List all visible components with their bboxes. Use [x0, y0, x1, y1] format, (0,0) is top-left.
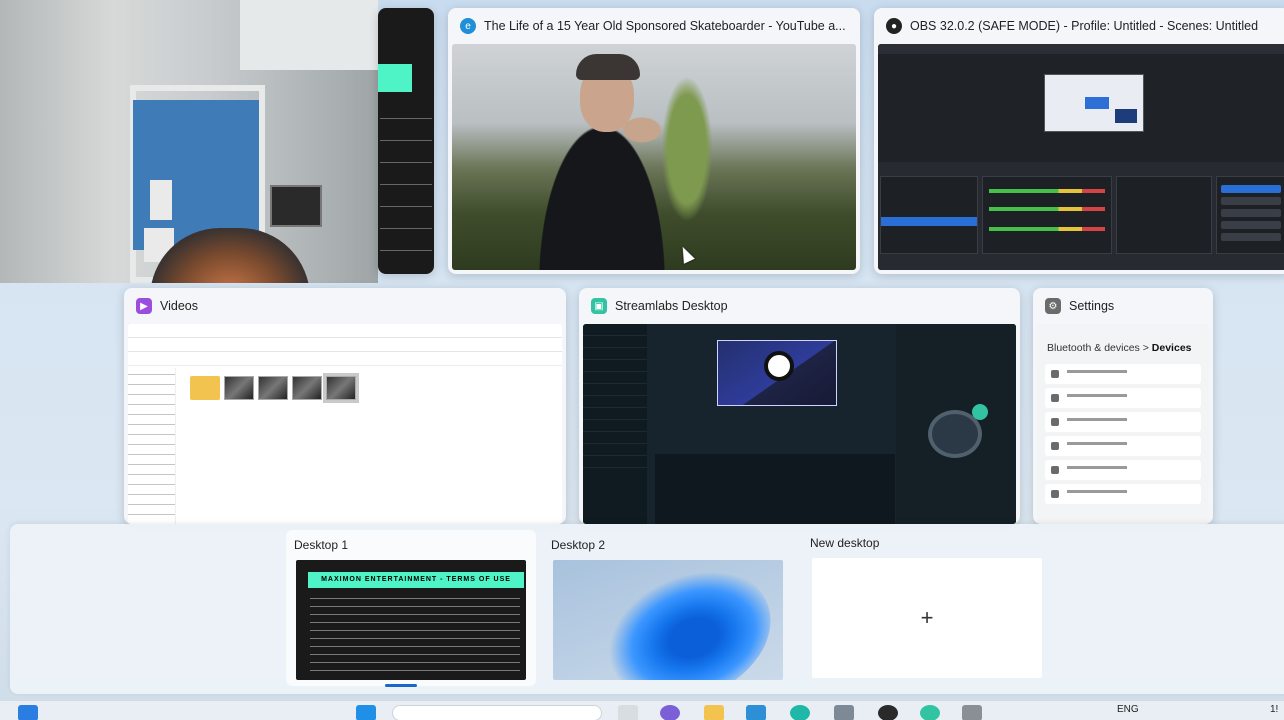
fe-navigation-pane [128, 368, 176, 524]
obs-sources-panel [880, 176, 978, 254]
search-box[interactable] [392, 705, 602, 720]
new-desktop[interactable]: New desktop + [802, 528, 1052, 684]
window-title: Streamlabs Desktop [615, 299, 728, 313]
file-explorer-thumbnail [128, 324, 562, 524]
app-icon[interactable] [660, 705, 680, 720]
language-indicator[interactable]: ENG [1117, 704, 1139, 715]
edge-icon[interactable] [790, 705, 810, 720]
file-explorer-icon: ▶ [136, 298, 152, 314]
taskbar: ENG 1! [0, 700, 1284, 720]
file-explorer-icon[interactable] [704, 705, 724, 720]
webcam-overlay [0, 0, 378, 283]
window-title: The Life of a 15 Year Old Sponsored Skat… [484, 19, 846, 33]
breadcrumb-parent: Bluetooth & devices [1047, 342, 1140, 354]
settings-breadcrumb: Bluetooth & devices > Devices [1047, 342, 1192, 354]
streamlabs-preview [717, 340, 837, 406]
store-icon[interactable] [746, 705, 766, 720]
streamlabs-thumbnail [583, 324, 1016, 524]
obs-icon[interactable] [878, 705, 898, 720]
partial-window-thumbnail[interactable] [378, 8, 434, 274]
settings-gear-icon[interactable] [962, 705, 982, 720]
desktop-label: New desktop [810, 536, 880, 550]
fe-toolbar [128, 338, 562, 352]
breadcrumb-separator: > [1142, 342, 1149, 354]
streamlabs-icon: ▣ [591, 298, 607, 314]
fe-title-bar [128, 324, 562, 338]
app-icon[interactable] [834, 705, 854, 720]
terms-text [310, 594, 520, 674]
window-card-obs[interactable]: ● OBS 32.0.2 (SAFE MODE) - Profile: Unti… [874, 8, 1284, 274]
video-file-icon [224, 376, 254, 400]
youtube-video-thumbnail [452, 44, 856, 270]
desktop-2[interactable]: Desktop 2 [543, 530, 793, 686]
start-icon[interactable] [356, 705, 376, 720]
new-desktop-thumbnail: + [812, 558, 1042, 678]
streamlabs-sidebar [583, 324, 647, 524]
window-card-videos[interactable]: ▶ Videos [124, 288, 566, 524]
obs-logo-icon [764, 351, 794, 381]
windows-bloom-wallpaper [576, 560, 783, 680]
video-file-icon [323, 373, 359, 403]
obs-menu-bar [878, 44, 1284, 54]
streamlabs-mixer [655, 454, 895, 524]
device-row [1045, 460, 1201, 480]
settings-gear-icon: ⚙ [1045, 298, 1061, 314]
webcam-ceiling [240, 0, 378, 70]
window-card-header: ▶ Videos [124, 288, 566, 324]
obs-thumbnail [878, 44, 1284, 270]
clock[interactable]: 1! [1270, 704, 1278, 715]
obs-controls-panel [1216, 176, 1284, 254]
video-file-icon [258, 376, 288, 400]
fe-address-bar [128, 352, 562, 366]
virtual-desktops-bar: Desktop 1 MAXIMON ENTERTAINMENT - TERMS … [10, 524, 1284, 694]
obs-docks [878, 162, 1284, 270]
desktop-label: Desktop 2 [551, 538, 606, 552]
obs-icon: ● [886, 18, 902, 34]
video-file-icon [292, 376, 322, 400]
terms-header: MAXIMON ENTERTAINMENT - TERMS OF USE [308, 572, 524, 588]
window-title: OBS 32.0.2 (SAFE MODE) - Profile: Untitl… [910, 19, 1259, 33]
window-card-settings[interactable]: ⚙ Settings Bluetooth & devices > Devices [1033, 288, 1213, 524]
webcam-poster [150, 180, 172, 220]
streamlabs-icon[interactable] [920, 705, 940, 720]
status-dot [972, 404, 988, 420]
window-card-header: e The Life of a 15 Year Old Sponsored Sk… [448, 8, 860, 44]
device-row [1045, 388, 1201, 408]
device-row [1045, 484, 1201, 504]
partial-window-header-strip [378, 64, 412, 92]
task-view-icon[interactable] [618, 705, 638, 720]
desktop-1[interactable]: Desktop 1 MAXIMON ENTERTAINMENT - TERMS … [286, 530, 536, 686]
desktop-label: Desktop 1 [294, 538, 349, 552]
streamlabs-chat [896, 324, 1016, 524]
window-title: Settings [1069, 299, 1115, 313]
thumb-cap [576, 54, 640, 80]
obs-preview [1044, 74, 1144, 132]
active-desktop-indicator [385, 684, 417, 687]
window-card-header: ⚙ Settings [1033, 288, 1213, 324]
desktop-1-thumbnail: MAXIMON ENTERTAINMENT - TERMS OF USE [296, 560, 526, 680]
obs-audio-mixer [982, 176, 1112, 254]
desktop-2-thumbnail [553, 560, 783, 680]
breadcrumb-current: Devices [1151, 342, 1192, 354]
partial-window-text [380, 108, 432, 264]
webcam-tv [270, 185, 322, 227]
edge-icon: e [460, 18, 476, 34]
widgets-icon[interactable] [18, 705, 38, 720]
window-title: Videos [160, 299, 198, 313]
window-card-youtube[interactable]: e The Life of a 15 Year Old Sponsored Sk… [448, 8, 860, 274]
settings-thumbnail: Bluetooth & devices > Devices [1037, 324, 1209, 524]
window-card-header: ● OBS 32.0.2 (SAFE MODE) - Profile: Unti… [874, 8, 1284, 44]
window-card-streamlabs[interactable]: ▣ Streamlabs Desktop [579, 288, 1020, 524]
device-row [1045, 412, 1201, 432]
device-row [1045, 436, 1201, 456]
obs-transitions-panel [1116, 176, 1212, 254]
window-card-header: ▣ Streamlabs Desktop [579, 288, 1020, 324]
folder-icon [190, 376, 220, 400]
device-row [1045, 364, 1201, 384]
plus-icon: + [920, 605, 934, 630]
